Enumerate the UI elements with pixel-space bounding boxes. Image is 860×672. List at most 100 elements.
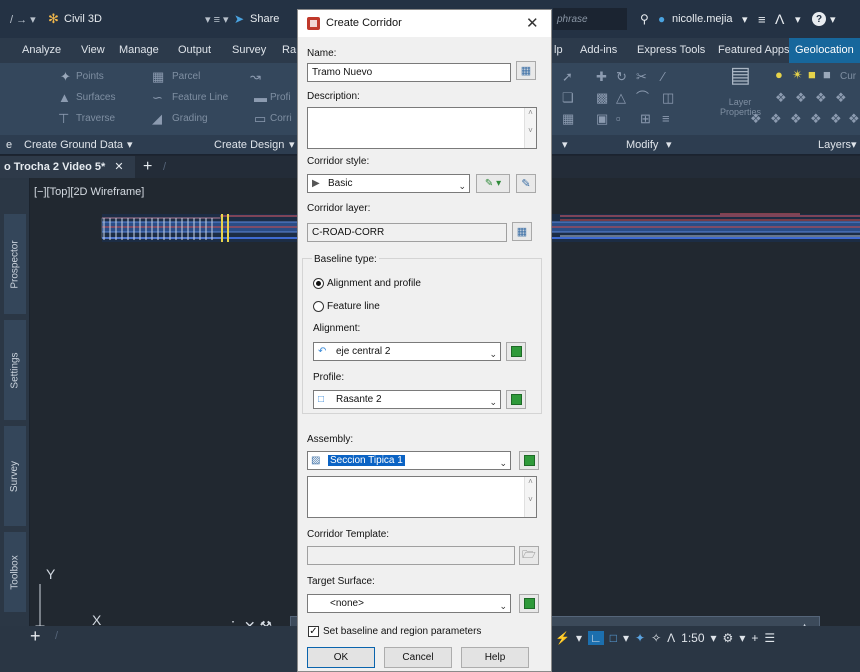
doc-tab-trocha[interactable]: o Trocha 2 Video 5* ✕ [0, 156, 135, 178]
assembly-pick-button[interactable] [519, 451, 539, 470]
tab-add-ins[interactable]: Add-ins [580, 38, 617, 63]
layers-dropdown[interactable]: ▾ [851, 135, 857, 155]
line-icon[interactable]: ∕ [662, 69, 664, 85]
description-scrollbar[interactable]: ˄ ˅ [524, 108, 536, 148]
share-button[interactable]: Share [250, 0, 279, 38]
triangle-icon[interactable]: △ [616, 90, 626, 106]
cancel-button[interactable]: Cancel [384, 647, 452, 668]
annotation-scale-value[interactable]: 1:50 [681, 631, 704, 645]
a360-dropdown[interactable]: ▾ [795, 0, 801, 38]
parcel-button[interactable]: Parcel [172, 69, 200, 85]
ortho-icon[interactable]: ∟ [587, 631, 604, 645]
search-icon[interactable]: ⚲ [640, 0, 649, 38]
gear-dropdown[interactable]: ▾ [739, 631, 745, 645]
viewport-controls[interactable]: [−][Top][2D Wireframe] [34, 186, 144, 198]
alignment-pick-button[interactable] [506, 342, 526, 361]
offset-icon[interactable]: ≡ [662, 111, 670, 127]
tab-view[interactable]: View [81, 38, 105, 63]
tab-analyze[interactable]: Analyze [22, 38, 61, 63]
ok-button[interactable]: OK [307, 647, 375, 668]
alignment-combo[interactable]: ↶ eje central 2 ⌄ [313, 342, 501, 361]
help-icon[interactable]: ? [812, 12, 826, 26]
search-input[interactable]: phrase [553, 8, 627, 30]
tab-manage[interactable]: Manage [119, 38, 159, 63]
snap-icon[interactable]: ⚡ [555, 631, 570, 645]
help-dropdown[interactable]: ▾ [830, 0, 836, 38]
close-icon[interactable]: ✕ [526, 14, 539, 32]
panel-modify[interactable]: Modify [626, 135, 658, 155]
autodesk-a-icon[interactable]: Λ [775, 0, 784, 38]
feature-line-button[interactable]: Feature Line [172, 90, 228, 106]
layer-tool10-icon[interactable]: ❖ [848, 111, 860, 127]
layer-color-icon[interactable]: ■ [823, 67, 831, 83]
style-pick-button[interactable]: ✎ [516, 174, 536, 193]
array-icon[interactable]: ▫ [616, 111, 621, 127]
layer-tool7-icon[interactable]: ❖ [790, 111, 802, 127]
tab-prospector[interactable]: Prospector [4, 214, 26, 314]
style-edit-button[interactable]: ✎ ▾ [476, 174, 510, 193]
trim-icon[interactable]: ✂ [636, 69, 647, 85]
cart-icon[interactable]: ≡ [758, 0, 766, 38]
template-browse-button[interactable]: 🗁 [519, 546, 539, 565]
tab-survey[interactable]: Survey [232, 38, 266, 63]
tab-settings[interactable]: Settings [4, 320, 26, 420]
annotation-visibility-icon[interactable]: ✧ [651, 631, 661, 645]
assembly-scrollbar[interactable]: ˄ ˅ [524, 477, 536, 517]
panel-arrow[interactable]: ▾ [562, 135, 568, 155]
settings-gear-icon[interactable]: ⚙ [723, 631, 734, 645]
radio-alignment-profile[interactable] [313, 278, 324, 289]
tab-survey[interactable]: Survey [4, 426, 26, 526]
radio-alignment-profile-label[interactable]: Alignment and profile [327, 278, 421, 289]
target-surface-combo[interactable]: <none> ⌄ [307, 594, 511, 613]
profile-pick-button[interactable] [506, 390, 526, 409]
add-icon[interactable]: + [751, 631, 758, 645]
create-design-dropdown[interactable]: ▾ [289, 135, 295, 155]
tab-help[interactable]: lp [554, 38, 563, 63]
create-ground-dropdown[interactable]: ▾ [127, 135, 133, 155]
radio-feature-line-label[interactable]: Feature line [327, 301, 380, 312]
panel-create-ground-data[interactable]: Create Ground Data [24, 135, 123, 155]
modify-dropdown[interactable]: ▾ [666, 135, 672, 155]
workspace-dropdown[interactable]: ▾ ≡ ▾ [205, 0, 229, 38]
stretch-icon[interactable]: ▦ [562, 111, 574, 127]
scale-icon[interactable]: ▣ [596, 111, 608, 127]
layer-select-button[interactable]: ▦ [512, 222, 532, 241]
add-layout-button[interactable]: + [30, 626, 41, 647]
polar-icon[interactable]: □ [610, 631, 617, 645]
customize-status-icon[interactable]: ☰ [764, 631, 775, 645]
snap-dropdown[interactable]: ▾ [576, 631, 582, 645]
corridor-style-combo[interactable]: ▶ Basic ⌄ [307, 174, 470, 193]
help-button[interactable]: Help [461, 647, 529, 668]
panel-layers[interactable]: Layers [818, 135, 851, 155]
array2-icon[interactable]: ⊞ [640, 111, 651, 127]
name-field[interactable]: Tramo Nuevo [307, 63, 511, 82]
traverse-button[interactable]: Traverse [76, 111, 115, 127]
layer-tool6-icon[interactable]: ❖ [770, 111, 782, 127]
rotate-icon[interactable]: ↻ [616, 69, 627, 85]
radio-feature-line[interactable] [313, 301, 324, 312]
quick-access-toolbar[interactable]: / → ▾ [10, 0, 36, 38]
tab-rail[interactable]: Ra [282, 38, 296, 63]
erase-icon[interactable]: ◫ [662, 90, 674, 106]
layer-tool2-icon[interactable]: ❖ [795, 90, 807, 106]
layer-properties-icon[interactable]: ▤ [730, 64, 751, 86]
layer-tool4-icon[interactable]: ❖ [835, 90, 847, 106]
panel-create-design[interactable]: Create Design [214, 135, 284, 155]
set-baseline-checkbox[interactable]: ✓ [308, 626, 319, 637]
tab-geolocation[interactable]: Geolocation [789, 38, 860, 63]
mirror-icon[interactable]: ▩ [596, 90, 608, 106]
target-pick-button[interactable] [519, 594, 539, 613]
dialog-title-bar[interactable]: Create Corridor ✕ [298, 10, 551, 37]
user-name[interactable]: nicolle.mejia [672, 0, 733, 38]
tab-toolbox[interactable]: Toolbox [4, 532, 26, 612]
grading-button[interactable]: Grading [172, 111, 208, 127]
set-baseline-label[interactable]: Set baseline and region parameters [323, 626, 481, 637]
fillet-icon[interactable]: ⌒ [636, 90, 649, 106]
scale-dropdown[interactable]: ▾ [711, 631, 717, 645]
corridor-button[interactable]: Corri [270, 111, 292, 127]
copy-icon[interactable]: ❏ [562, 90, 574, 106]
annotation-icon[interactable]: ✦ [635, 631, 645, 645]
layer-tool5-icon[interactable]: ❖ [750, 111, 762, 127]
move-cross-icon[interactable]: ✚ [596, 69, 607, 85]
points-button[interactable]: Points [76, 69, 104, 85]
